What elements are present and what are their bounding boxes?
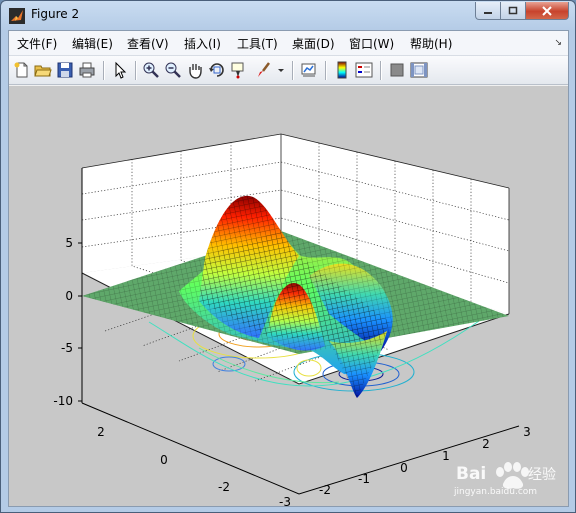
data-cursor-icon[interactable]	[230, 61, 248, 79]
y-axis-ticks: 2 0 -2	[97, 425, 230, 494]
zoom-in-icon[interactable]	[142, 61, 160, 79]
y-tick-label: -2	[218, 480, 230, 494]
x-tick-label: 3	[523, 425, 531, 439]
baidu-watermark: Bai 经验 jingyan.baidu.com	[442, 456, 562, 502]
edit-plot-arrow-icon[interactable]	[111, 61, 129, 79]
toolbar-separator	[292, 61, 294, 80]
baidu-paw-logo: Bai 经验 jingyan.baidu.com	[453, 462, 556, 497]
menu-file[interactable]: 文件(F)	[17, 35, 57, 52]
menu-tools[interactable]: 工具(T)	[237, 35, 278, 52]
y-tick-label: 2	[97, 425, 105, 439]
window-title: Figure 2	[31, 7, 80, 21]
x-tick-label: 0	[400, 461, 408, 475]
pan-hand-icon[interactable]	[186, 61, 204, 79]
menu-bar: 文件(F) 编辑(E) 查看(V) 插入(I) 工具(T) 桌面(D) 窗口(W…	[9, 31, 568, 55]
open-file-icon[interactable]	[34, 61, 52, 79]
title-bar[interactable]: Figure 2	[1, 1, 575, 30]
brush-dropdown-icon[interactable]	[277, 61, 285, 79]
brush-icon[interactable]	[255, 61, 273, 79]
menu-insert[interactable]: 插入(I)	[184, 35, 221, 52]
z-tick-label: -10	[53, 394, 73, 408]
figure-client: 文件(F) 编辑(E) 查看(V) 插入(I) 工具(T) 桌面(D) 窗口(W…	[8, 30, 569, 507]
watermark-brand: Bai	[456, 464, 486, 484]
toolbar-separator	[103, 61, 105, 80]
figure-toolbar	[9, 55, 568, 85]
z-axis-ticks: 5 0 -5 -10	[53, 236, 73, 408]
print-icon[interactable]	[78, 61, 96, 79]
hide-plot-tools-icon[interactable]	[388, 61, 406, 79]
new-figure-icon[interactable]	[13, 61, 31, 79]
z-tick-label: 0	[65, 289, 73, 303]
legend-icon[interactable]	[355, 61, 373, 79]
maximize-button[interactable]	[501, 2, 526, 20]
matlab-icon	[9, 8, 25, 24]
menu-window[interactable]: 窗口(W)	[349, 35, 394, 52]
surf-plot[interactable]: 5 0 -5 -10 2 0 -2 -3 -2 -1 0 1 2 3	[9, 86, 568, 506]
minimize-icon	[484, 11, 492, 14]
maximize-icon	[508, 6, 518, 14]
zoom-out-icon[interactable]	[164, 61, 182, 79]
z-tick-label: -5	[61, 341, 73, 355]
x-tick-label: 2	[482, 437, 490, 451]
toolbar-separator	[135, 61, 137, 80]
watermark-brand-suffix: 经验	[528, 467, 556, 483]
toolbar-separator	[380, 61, 382, 80]
z-tick-marks	[78, 242, 82, 402]
watermark-url: jingyan.baidu.com	[453, 487, 537, 497]
menu-help[interactable]: 帮助(H)	[410, 35, 452, 52]
dock-arrow-icon[interactable]: ↘	[554, 38, 562, 48]
figure-window: Figure 2 文件(F) 编辑(E) 查看(V) 插入(I) 工具(T) 桌…	[0, 0, 576, 513]
menu-view[interactable]: 查看(V)	[127, 35, 169, 52]
close-icon	[542, 5, 552, 16]
menu-desktop[interactable]: 桌面(D)	[292, 35, 335, 52]
colorbar-icon[interactable]	[333, 61, 351, 79]
save-icon[interactable]	[56, 61, 74, 79]
close-button[interactable]	[526, 2, 569, 20]
link-plot-icon[interactable]	[300, 61, 318, 79]
z-tick-label: 5	[65, 236, 73, 250]
menu-edit[interactable]: 编辑(E)	[72, 35, 113, 52]
figure-canvas[interactable]: 5 0 -5 -10 2 0 -2 -3 -2 -1 0 1 2 3 Bai 经…	[9, 86, 568, 506]
show-plot-tools-icon[interactable]	[410, 61, 428, 79]
toolbar-separator	[325, 61, 327, 80]
x-tick-label: -3	[279, 495, 291, 506]
minimize-button[interactable]	[475, 2, 501, 20]
y-tick-label: 0	[160, 453, 168, 467]
rotate-3d-icon[interactable]	[208, 61, 226, 79]
